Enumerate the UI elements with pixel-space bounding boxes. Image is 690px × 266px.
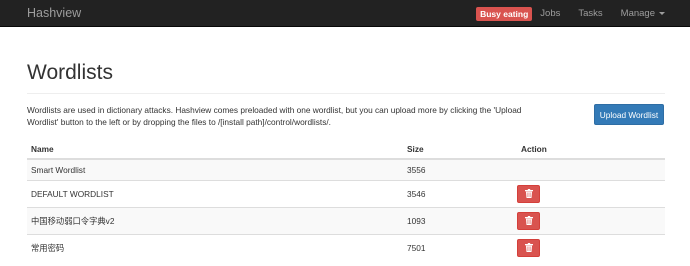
wordlist-size: 7501: [403, 233, 517, 261]
table-row: DEFAULT WORDLIST 3546: [27, 179, 665, 207]
wordlist-action: [517, 206, 665, 234]
navbar-right: Busy eating Jobs Tasks Manage: [476, 0, 690, 27]
wordlist-size: 1093: [403, 206, 517, 234]
column-header-size: Size: [403, 140, 517, 160]
status-badge: Busy eating: [476, 6, 533, 21]
page-title: Wordlists: [27, 61, 113, 84]
title-divider: [27, 93, 665, 94]
navbar: Hashview Busy eating Jobs Tasks Manage: [0, 0, 690, 27]
wordlist-name: Smart Wordlist: [27, 158, 403, 180]
trash-icon: [524, 216, 533, 225]
nav-link-tasks[interactable]: Tasks: [578, 8, 602, 19]
wordlist-name: DEFAULT WORDLIST: [27, 179, 403, 207]
table-header-row: Name Size Action: [27, 140, 665, 160]
table-row: 常用密码 7501: [27, 233, 665, 261]
wordlist-size: 3556: [403, 158, 517, 180]
table-row: Smart Wordlist 3556: [27, 158, 665, 180]
trash-icon: [524, 189, 533, 198]
nav-dropdown-manage[interactable]: Manage: [621, 8, 665, 19]
delete-wordlist-button[interactable]: [517, 184, 540, 203]
nav-dropdown-manage-label: Manage: [620, 8, 655, 19]
column-header-name: Name: [27, 140, 403, 160]
wordlists-table: Name Size Action Smart Wordlist 3556 DEF…: [27, 140, 665, 261]
table-row: 中国移动弱口令字典v2 1093: [27, 206, 665, 234]
delete-wordlist-button[interactable]: [517, 238, 540, 257]
delete-wordlist-button[interactable]: [517, 211, 540, 230]
brand-link[interactable]: Hashview: [27, 6, 81, 20]
wordlist-action: [517, 233, 665, 261]
wordlist-size: 3546: [403, 179, 517, 207]
nav-link-jobs[interactable]: Jobs: [540, 8, 560, 19]
upload-wordlist-button[interactable]: Upload Wordlist: [594, 104, 664, 125]
wordlist-name: 中国移动弱口令字典v2: [27, 206, 403, 234]
wordlist-name: 常用密码: [27, 233, 403, 261]
wordlist-action: [517, 179, 665, 207]
column-header-action: Action: [517, 140, 665, 160]
page-description: Wordlists are used in dictionary attacks…: [27, 105, 522, 127]
caret-down-icon: [659, 12, 665, 15]
wordlist-action: [517, 158, 665, 180]
trash-icon: [524, 243, 533, 253]
